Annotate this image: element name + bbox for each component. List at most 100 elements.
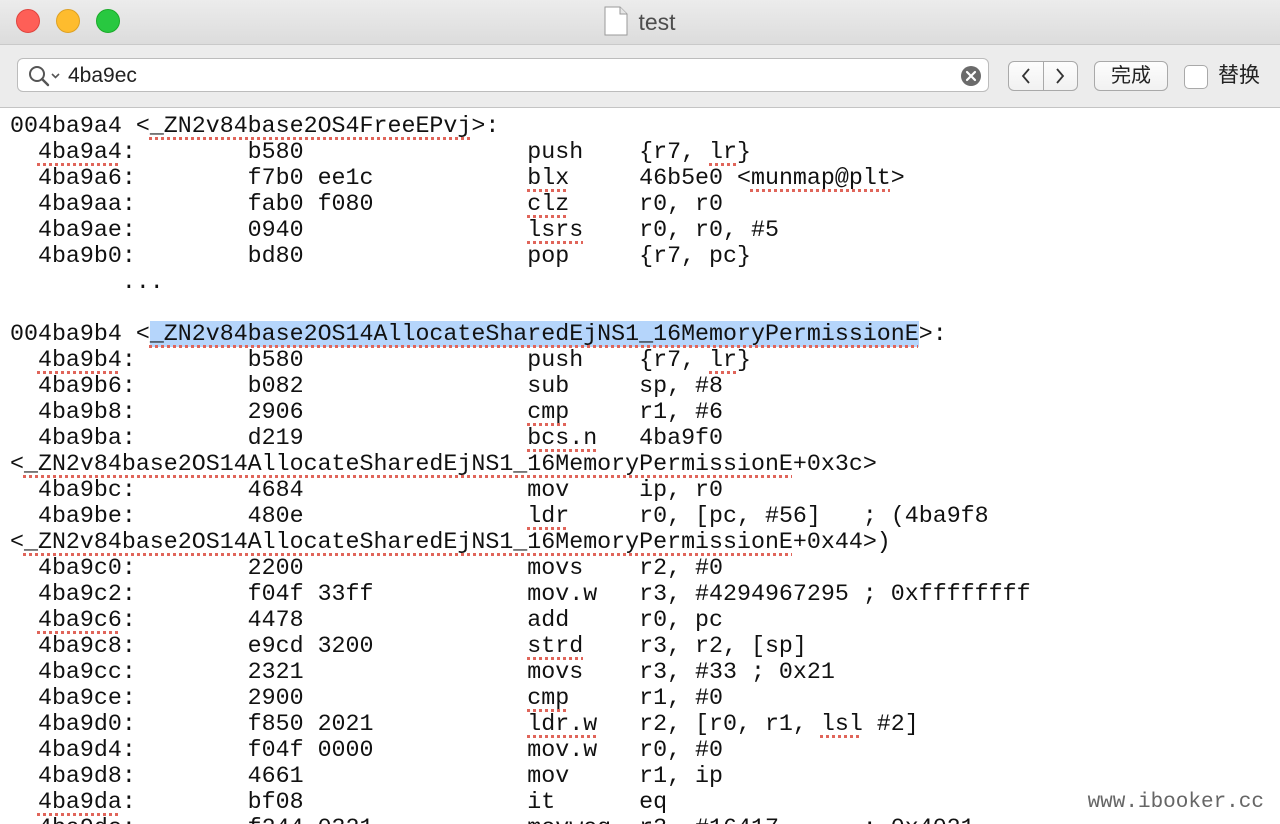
- code-text: 4ba9aa: fab0 f080: [10, 191, 528, 217]
- code-text: : bf08 it eq: [121, 789, 668, 815]
- code-text: +0x44>): [792, 529, 891, 555]
- code-text: 4ba9f0: [597, 425, 724, 451]
- code-line: 4ba9c8: e9cd 3200 strd r3, r2, [sp]: [10, 633, 1031, 659]
- code-text: <: [10, 529, 24, 555]
- code-text: : 4478 add r0, pc: [121, 607, 724, 633]
- code-text: 4ba9d4: f04f 0000 mov.w r0, #0: [10, 737, 724, 763]
- spellcheck-word: _ZN2v84base2OS4FreeEPvj: [149, 113, 472, 139]
- find-bar: 4ba9ec 完成 替换: [0, 45, 1280, 108]
- find-next-button[interactable]: [1042, 62, 1078, 90]
- code-text: >: [890, 165, 905, 191]
- search-input[interactable]: 4ba9ec: [17, 58, 989, 92]
- code-text: }: [737, 139, 751, 165]
- spellcheck-word: _ZN2v84base2OS14AllocateSharedEjNS1_16Me…: [23, 529, 793, 555]
- replace-checkbox[interactable]: [1184, 65, 1208, 89]
- text-editor[interactable]: 004ba9a4 <_ZN2v84base2OS4FreeEPvj>: 4ba9…: [0, 108, 1280, 824]
- spellcheck-word: ldr: [527, 503, 570, 529]
- code-text: #2]: [862, 711, 919, 737]
- done-button[interactable]: 完成: [1094, 61, 1168, 91]
- spellcheck-word: lsl: [820, 711, 863, 737]
- code-line: 4ba9a4: b580 push {r7, lr}: [10, 139, 1031, 165]
- code-text: 4ba9ba: d219: [10, 425, 528, 451]
- spellcheck-word: lr: [709, 139, 738, 165]
- code-text: >:: [918, 321, 947, 347]
- code-line: 4ba9b0: bd80 pop {r7, pc}: [10, 243, 1031, 269]
- code-text: 4ba9c2: f04f 33ff mov.w r3, #4294967295 …: [10, 581, 1031, 607]
- code-text: r0, r0, #5: [583, 217, 779, 243]
- code-text: r0, [pc, #56] ; (4ba9f8: [569, 503, 989, 529]
- search-query[interactable]: 4ba9ec: [68, 63, 137, 89]
- title-bar: test: [0, 0, 1280, 45]
- code-text: : b580 push {r7,: [121, 347, 710, 373]
- window-title: test: [0, 6, 1280, 44]
- code-line: <_ZN2v84base2OS14AllocateSharedEjNS1_16M…: [10, 529, 1031, 555]
- code-text: r1, #6: [569, 399, 724, 425]
- code-text: 4ba9b8: 2906: [10, 399, 528, 425]
- window-title-text: test: [638, 9, 676, 35]
- code-text: r0, r0: [569, 191, 724, 217]
- watermark: www.ibooker.cc: [1087, 791, 1264, 814]
- chevron-right-icon: [1056, 68, 1065, 84]
- code-line: 4ba9b8: 2906 cmp r1, #6: [10, 399, 1031, 425]
- code-text: 4ba9b6: b082 sub sp, #8: [10, 373, 724, 399]
- spellcheck-word: clz: [527, 191, 570, 217]
- code-text: 004ba9a4 <: [10, 113, 150, 139]
- code-text: 4ba9d0: f850 2021: [10, 711, 528, 737]
- code-line: 4ba9be: 480e ldr r0, [pc, #56] ; (4ba9f8: [10, 503, 1031, 529]
- code-text: r3, r2, [sp]: [583, 633, 807, 659]
- spellcheck-word: 4ba9b4: [37, 347, 122, 373]
- code-line: 004ba9b4 <_ZN2v84base2OS14AllocateShared…: [10, 321, 1031, 347]
- spellcheck-word: 4ba9c6: [37, 607, 122, 633]
- code-text: r2, [r0, r1,: [597, 711, 821, 737]
- code-text: r1, #0: [569, 685, 724, 711]
- code-line: <_ZN2v84base2OS14AllocateSharedEjNS1_16M…: [10, 451, 1031, 477]
- disassembly-text[interactable]: 004ba9a4 <_ZN2v84base2OS4FreeEPvj>: 4ba9…: [10, 113, 1031, 824]
- spellcheck-word: lsrs: [527, 217, 584, 243]
- code-line: 004ba9a4 <_ZN2v84base2OS4FreeEPvj>:: [10, 113, 1031, 139]
- code-text: <: [10, 451, 24, 477]
- code-text: 4ba9c8: e9cd 3200: [10, 633, 528, 659]
- code-text: 4ba9be: 480e: [10, 503, 528, 529]
- code-line: 4ba9da: bf08 it eq: [10, 789, 1031, 815]
- code-line: 4ba9d4: f04f 0000 mov.w r0, #0: [10, 737, 1031, 763]
- spellcheck-word: _ZN2v84base2OS14AllocateSharedEjNS1_16Me…: [23, 451, 793, 477]
- code-line: 4ba9ba: d219 bcs.n 4ba9f0: [10, 425, 1031, 451]
- code-line: ...: [10, 269, 1031, 295]
- code-text: 4ba9a6: f7b0 ee1c: [10, 165, 528, 191]
- code-text: 4ba9cc: 2321 movs r3, #33 ; 0x21: [10, 659, 835, 685]
- spellcheck-word: 4ba9da: [37, 789, 122, 815]
- code-line: 4ba9d0: f850 2021 ldr.w r2, [r0, r1, lsl…: [10, 711, 1031, 737]
- search-icon[interactable]: [28, 65, 62, 92]
- replace-label[interactable]: 替换: [1218, 62, 1260, 90]
- spellcheck-word: ldr.w: [527, 711, 598, 737]
- code-line: 4ba9aa: fab0 f080 clz r0, r0: [10, 191, 1031, 217]
- code-text: 4ba9bc: 4684 mov ip, r0: [10, 477, 724, 503]
- code-text: ...: [10, 269, 164, 295]
- spellcheck-word: strd: [527, 633, 584, 659]
- code-text: 4ba9ce: 2900: [10, 685, 528, 711]
- find-previous-button[interactable]: [1009, 62, 1043, 90]
- code-line: 4ba9c0: 2200 movs r2, #0: [10, 555, 1031, 581]
- selected-text: _ZN2v84base2OS14AllocateSharedEjNS1_16Me…: [149, 321, 919, 347]
- code-line: 4ba9b4: b580 push {r7, lr}: [10, 347, 1031, 373]
- code-text: +0x3c>: [792, 451, 877, 477]
- spellcheck-word: 4ba9a4: [37, 139, 122, 165]
- code-line: 4ba9dc: f244 0321 movweq r3, #16417 ; 0x…: [10, 815, 1031, 824]
- spellcheck-word: cmp: [527, 399, 570, 425]
- chevron-left-icon: [1021, 68, 1030, 84]
- spellcheck-word: lr: [709, 347, 738, 373]
- code-line: 4ba9ae: 0940 lsrs r0, r0, #5: [10, 217, 1031, 243]
- find-navigation: [1008, 61, 1078, 91]
- code-text: 4ba9dc: f244 0321 movweq r3, #16417 ; 0x…: [10, 815, 975, 824]
- spellcheck-word: bcs.n: [527, 425, 598, 451]
- spellcheck-word: munmap@plt: [750, 165, 891, 191]
- document-icon: [604, 6, 628, 44]
- code-line: 4ba9bc: 4684 mov ip, r0: [10, 477, 1031, 503]
- code-text: 004ba9b4 <: [10, 321, 150, 347]
- code-line: 4ba9b6: b082 sub sp, #8: [10, 373, 1031, 399]
- code-text: 4ba9b0: bd80 pop {r7, pc}: [10, 243, 751, 269]
- clear-search-icon[interactable]: [960, 65, 982, 92]
